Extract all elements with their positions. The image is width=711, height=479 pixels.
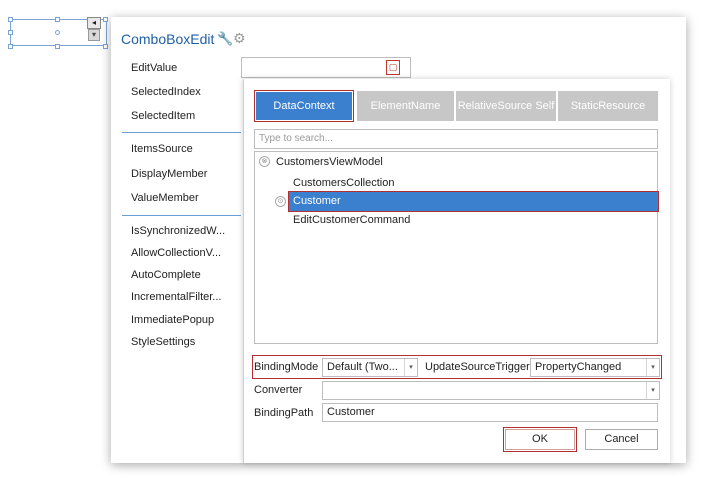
converter-select[interactable] <box>322 381 660 400</box>
ok-button[interactable]: OK <box>503 427 577 452</box>
separator <box>122 215 241 216</box>
property-immediatepopup[interactable]: ImmediatePopup <box>131 314 214 326</box>
collapse-icon[interactable]: ⊗ <box>259 156 270 167</box>
property-incrementalfilter[interactable]: IncrementalFilter... <box>131 291 221 303</box>
binding-path-label: BindingPath <box>254 407 314 419</box>
tree-node-root[interactable]: CustomersViewModel <box>276 156 383 168</box>
binding-mode-value: Default (Two... <box>327 361 398 373</box>
expand-icon[interactable]: ⊙ <box>275 196 286 207</box>
property-displaymember[interactable]: DisplayMember <box>131 168 207 180</box>
property-stylesettings[interactable]: StyleSettings <box>131 336 195 348</box>
resize-handle[interactable] <box>8 30 13 35</box>
cancel-button[interactable]: Cancel <box>585 429 658 450</box>
tree-node[interactable]: CustomersCollection <box>293 177 394 189</box>
binding-button[interactable]: ▢ <box>386 60 400 75</box>
search-input[interactable]: Type to search... <box>254 129 658 149</box>
wrench-icon[interactable]: 🔧 <box>217 31 233 47</box>
tree-node-selected[interactable]: Customer <box>288 191 659 212</box>
smart-tag-button[interactable]: ◂ <box>87 17 101 29</box>
property-issynchronized[interactable]: IsSynchronizedW... <box>131 225 225 237</box>
property-autocomplete[interactable]: AutoComplete <box>131 269 201 281</box>
property-editvalue[interactable]: EditValue <box>131 62 177 74</box>
property-selectedindex[interactable]: SelectedIndex <box>131 86 201 98</box>
resize-handle[interactable] <box>55 44 60 49</box>
resize-handle[interactable] <box>55 30 60 35</box>
chevron-down-icon[interactable]: ▾ <box>646 359 659 376</box>
tab-elementname[interactable]: ElementName <box>357 91 454 121</box>
update-source-trigger-select[interactable]: PropertyChanged <box>530 358 660 377</box>
resize-handle[interactable] <box>103 44 108 49</box>
property-allowcollectionview[interactable]: AllowCollectionV... <box>131 247 221 259</box>
dropdown-arrow-icon: ▾ <box>88 29 100 41</box>
tab-staticresource[interactable]: StaticResource <box>558 91 658 121</box>
binding-mode-label: BindingMode <box>254 361 319 373</box>
property-valuemember[interactable]: ValueMember <box>131 192 199 204</box>
property-itemssource[interactable]: ItemsSource <box>131 143 193 155</box>
chevron-down-icon[interactable]: ▾ <box>646 382 659 399</box>
tab-datacontext[interactable]: DataContext <box>254 90 354 122</box>
binding-path-input[interactable]: Customer <box>322 403 658 422</box>
resize-handle[interactable] <box>103 17 108 22</box>
converter-label: Converter <box>254 384 303 396</box>
panel-title: ComboBoxEdit <box>121 31 215 47</box>
binding-path-value: Customer <box>327 406 375 418</box>
separator <box>122 132 241 133</box>
property-selecteditem[interactable]: SelectedItem <box>131 110 195 122</box>
resize-handle[interactable] <box>8 17 13 22</box>
resize-handle[interactable] <box>55 17 60 22</box>
update-source-trigger-label: UpdateSourceTrigger <box>425 361 530 373</box>
resize-handle[interactable] <box>8 44 13 49</box>
tab-relativesource-self[interactable]: RelativeSource Self <box>456 91 556 121</box>
tree-node[interactable]: EditCustomerCommand <box>293 214 410 226</box>
gear-icon[interactable]: ⚙ <box>233 30 246 47</box>
chevron-down-icon[interactable]: ▾ <box>404 359 417 376</box>
update-source-trigger-value: PropertyChanged <box>535 361 622 373</box>
